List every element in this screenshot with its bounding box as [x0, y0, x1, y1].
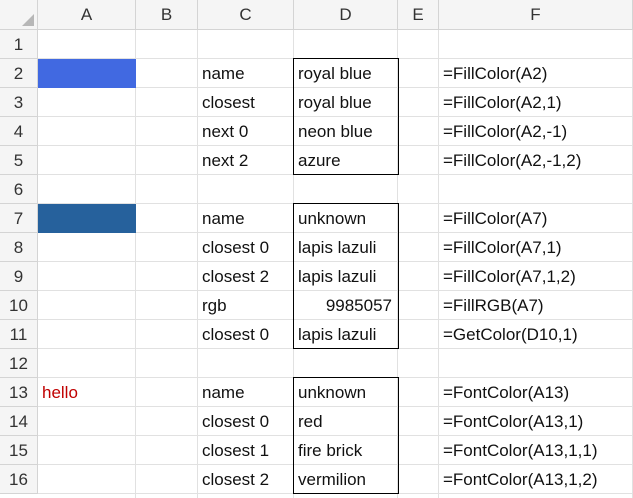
row-header-14[interactable]: 14	[0, 407, 38, 436]
row-header-15[interactable]: 15	[0, 436, 38, 465]
cell-f16[interactable]: =FontColor(A13,1,2)	[439, 465, 633, 494]
row-header-2[interactable]: 2	[0, 59, 38, 88]
cell-a7-lapis-fill[interactable]	[38, 204, 136, 233]
cell-f10[interactable]: =FillRGB(A7)	[439, 291, 633, 320]
column-header-b[interactable]: B	[136, 0, 198, 30]
cell-f2[interactable]: =FillColor(A2)	[439, 59, 633, 88]
row-header-10[interactable]: 10	[0, 291, 38, 320]
cell-c10[interactable]: rgb	[198, 291, 294, 320]
cell-c16[interactable]: closest 2	[198, 465, 294, 494]
cell-c7[interactable]: name	[198, 204, 294, 233]
cell-c5[interactable]: next 2	[198, 146, 294, 175]
column-header-d[interactable]: D	[294, 0, 398, 30]
cell-c9[interactable]: closest 2	[198, 262, 294, 291]
row-header-6[interactable]: 6	[0, 175, 38, 204]
cell-c4[interactable]: next 0	[198, 117, 294, 146]
cell-c11[interactable]: closest 0	[198, 320, 294, 349]
cell-d14[interactable]: red	[294, 407, 398, 436]
row-header-8[interactable]: 8	[0, 233, 38, 262]
cell-c2[interactable]: name	[198, 59, 294, 88]
select-all-triangle-icon	[22, 14, 34, 26]
cell-f14[interactable]: =FontColor(A13,1)	[439, 407, 633, 436]
column-header-a[interactable]: A	[38, 0, 136, 30]
cell-a13[interactable]: hello	[38, 378, 136, 407]
cell-d15[interactable]: fire brick	[294, 436, 398, 465]
cell-d11[interactable]: lapis lazuli	[294, 320, 398, 349]
cell-f3[interactable]: =FillColor(A2,1)	[439, 88, 633, 117]
cell-f13[interactable]: =FontColor(A13)	[439, 378, 633, 407]
cell-d16[interactable]: vermilion	[294, 465, 398, 494]
cell-d10[interactable]: 9985057	[294, 291, 398, 320]
column-header-c[interactable]: C	[198, 0, 294, 30]
cell-d8[interactable]: lapis lazuli	[294, 233, 398, 262]
cell-f15[interactable]: =FontColor(A13,1,1)	[439, 436, 633, 465]
row-header-12[interactable]: 12	[0, 349, 38, 378]
cell-c13[interactable]: name	[198, 378, 294, 407]
row-header-4[interactable]: 4	[0, 117, 38, 146]
cell-a2-royal-blue-fill[interactable]	[38, 59, 136, 88]
spreadsheet-grid: A B C D E F 1 2 3 4 5 6 7 8 9 10 11 12 1…	[0, 0, 633, 498]
row-header-5[interactable]: 5	[0, 146, 38, 175]
cell-f5[interactable]: =FillColor(A2,-1,2)	[439, 146, 633, 175]
cell-d4[interactable]: neon blue	[294, 117, 398, 146]
select-all-corner[interactable]	[0, 0, 38, 30]
column-header-e[interactable]: E	[398, 0, 439, 30]
cell-f4[interactable]: =FillColor(A2,-1)	[439, 117, 633, 146]
cell-f8[interactable]: =FillColor(A7,1)	[439, 233, 633, 262]
cell-d7[interactable]: unknown	[294, 204, 398, 233]
row-header-13[interactable]: 13	[0, 378, 38, 407]
row-header-11[interactable]: 11	[0, 320, 38, 349]
row-header-1[interactable]: 1	[0, 30, 38, 59]
cell-f9[interactable]: =FillColor(A7,1,2)	[439, 262, 633, 291]
cell-d3[interactable]: royal blue	[294, 88, 398, 117]
row-header-3[interactable]: 3	[0, 88, 38, 117]
cell-c8[interactable]: closest 0	[198, 233, 294, 262]
cell-d2[interactable]: royal blue	[294, 59, 398, 88]
column-header-f[interactable]: F	[439, 0, 633, 30]
cell-f11[interactable]: =GetColor(D10,1)	[439, 320, 633, 349]
row-header-16[interactable]: 16	[0, 465, 38, 494]
row-header-7[interactable]: 7	[0, 204, 38, 233]
cell-c15[interactable]: closest 1	[198, 436, 294, 465]
gridline	[135, 30, 136, 498]
cell-f7[interactable]: =FillColor(A7)	[439, 204, 633, 233]
cell-c3[interactable]: closest	[198, 88, 294, 117]
cell-d9[interactable]: lapis lazuli	[294, 262, 398, 291]
row-header-9[interactable]: 9	[0, 262, 38, 291]
cell-c14[interactable]: closest 0	[198, 407, 294, 436]
cell-d5[interactable]: azure	[294, 146, 398, 175]
cell-d13[interactable]: unknown	[294, 378, 398, 407]
